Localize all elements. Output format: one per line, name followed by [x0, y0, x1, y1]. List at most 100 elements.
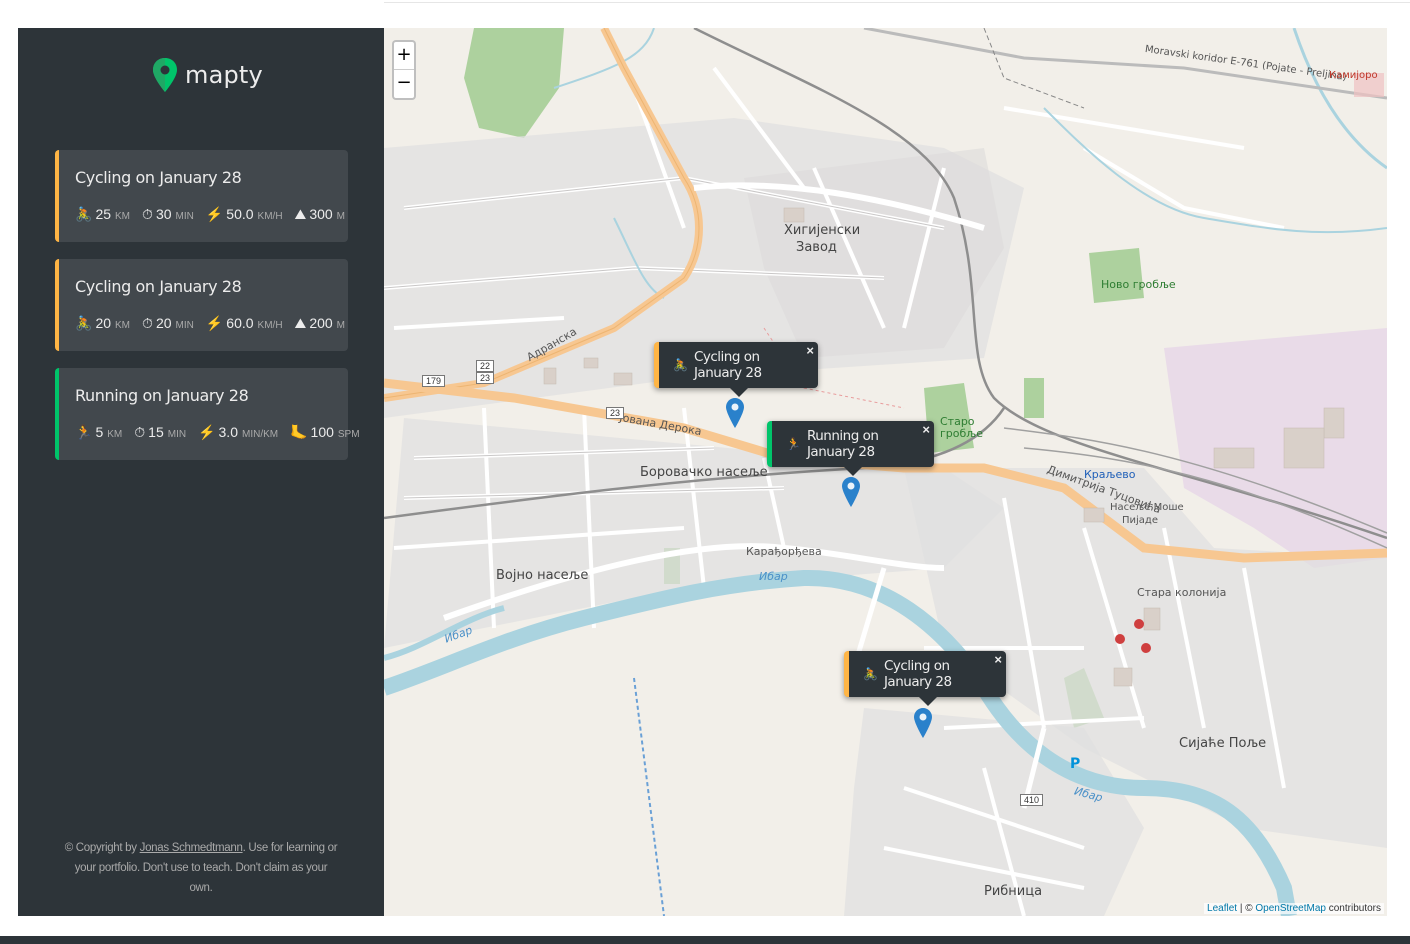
stopwatch-icon: ⏱ [134, 423, 146, 440]
foot-icon: 🦶 [290, 423, 308, 440]
speed-value: 50.0 [226, 205, 254, 222]
bike-icon: 🚴 [75, 314, 93, 331]
map-label-cemetery: гробље [940, 427, 983, 440]
cadence-detail: 🦶 100 SPM [290, 424, 359, 441]
duration-unit: MIN [175, 319, 194, 331]
runner-icon: 🏃 [786, 437, 801, 451]
author-link[interactable]: Jonas Schmedtmann [140, 842, 243, 854]
workout-item-cycling-1[interactable]: Cycling on January 28 🚴 25 KM ⏱ 30 MIN ⚡️ 50.… [55, 150, 348, 242]
map-label-poi: Камијоро [1329, 70, 1378, 81]
elevation-value: 200 [309, 314, 333, 331]
map-marker-pin-icon[interactable] [726, 398, 744, 428]
elevation-detail: ⛰ 300 M [295, 206, 345, 223]
speed-unit: KM/H [257, 210, 283, 222]
sidebar: mapty Cycling on January 28 🚴 25 KM ⏱ 30 MIN… [18, 28, 384, 916]
zoom-control: + − [392, 40, 416, 100]
duration-detail: ⏱ 20 MIN [142, 315, 194, 332]
road-shield: 23 [476, 372, 495, 384]
road-shield: 410 [1020, 794, 1044, 806]
parking-icon: P [1070, 756, 1081, 772]
pace-unit: MIN/KM [241, 428, 279, 440]
workout-title: Cycling on January 28 [75, 277, 242, 296]
close-icon[interactable]: × [922, 422, 930, 437]
close-icon[interactable]: × [806, 343, 814, 358]
map-marker-pin-icon[interactable] [842, 477, 860, 507]
map-marker-pin-icon[interactable] [914, 708, 932, 738]
copyright: © Copyright by Jonas Schmedtmann. Use fo… [62, 838, 340, 898]
elevation-unit: M [336, 210, 346, 222]
bottom-bar [0, 936, 1410, 944]
duration-value: 30 [155, 205, 172, 222]
map-label-district: Војно насеље [496, 568, 589, 583]
workout-popup-cycling-1[interactable]: 🚴 Cycling on January 28 × [654, 342, 818, 397]
stopwatch-icon: ⏱ [142, 314, 153, 331]
map-label-district: Боровачко насеље [640, 465, 768, 480]
distance-value: 5 [95, 423, 104, 440]
distance-unit: KM [107, 428, 123, 440]
road-shield: 22 [476, 360, 495, 372]
workout-popup-running-1[interactable]: 🏃 Running on January 28 × [767, 421, 934, 476]
elevation-unit: M [336, 319, 346, 331]
popup-text: Cycling on January 28 [693, 349, 762, 381]
popup-tip [729, 388, 748, 397]
pace-detail: ⚡️ 3.0 MIN/KM [198, 424, 278, 441]
duration-detail: ⏱ 30 MIN [142, 206, 194, 223]
map-label-district: Хигијенски [784, 223, 861, 238]
speed-detail: ⚡️ 50.0 KM/H [206, 206, 283, 223]
workout-popup-cycling-2[interactable]: 🚴 Cycling on January 28 × [844, 651, 1006, 706]
elevation-detail: ⛰ 200 M [295, 315, 345, 332]
workout-title: Running on January 28 [75, 386, 249, 405]
speed-detail: ⚡️ 60.0 KM/H [206, 315, 283, 332]
duration-value: 20 [155, 314, 172, 331]
distance-unit: KM [115, 319, 131, 331]
map[interactable]: Краљево Хигијенски Завод Боровачко насељ… [384, 28, 1387, 916]
map-tiles[interactable] [384, 28, 1387, 916]
map-label-district: Рибница [984, 884, 1043, 899]
distance-detail: 🚴 20 KM [75, 315, 130, 332]
zoom-in-button[interactable]: + [394, 42, 414, 70]
workout-details: 🏃 5 KM ⏱ 15 MIN ⚡️ 3.0 MIN/KM 🦶 100 SPM [75, 422, 372, 442]
map-pin-logo-icon [153, 58, 177, 92]
popup-tip [918, 697, 937, 706]
mountain-icon: ⛰ [294, 314, 307, 331]
stopwatch-icon: ⏱ [142, 205, 153, 222]
workout-item-running-1[interactable]: Running on January 28 🏃 5 KM ⏱ 15 MIN ⚡️ 3.0 M… [55, 368, 360, 460]
bike-icon: 🚴 [673, 358, 688, 372]
leaflet-link[interactable]: Leaflet [1207, 903, 1237, 914]
top-divider [384, 2, 1410, 3]
map-label-street: Карађорђева [746, 545, 822, 558]
workout-item-cycling-2[interactable]: Cycling on January 28 🚴 20 KM ⏱ 20 MIN ⚡️ 60.… [55, 259, 348, 351]
lightning-icon: ⚡️ [205, 205, 224, 222]
map-label-district: Пијаде [1122, 515, 1158, 526]
lightning-icon: ⚡️ [205, 314, 224, 331]
osm-link[interactable]: OpenStreetMap [1255, 903, 1326, 914]
browser-viewport: mapty Cycling on January 28 🚴 25 KM ⏱ 30 MIN… [0, 0, 1410, 944]
road-shield: 179 [422, 375, 446, 387]
close-icon[interactable]: × [994, 652, 1002, 667]
zoom-out-button[interactable]: − [394, 70, 414, 98]
duration-value: 15 [148, 423, 164, 440]
workout-title: Cycling on January 28 [75, 168, 242, 187]
duration-unit: MIN [167, 428, 187, 440]
duration-detail: ⏱ 15 MIN [134, 424, 186, 441]
copyright-prefix: © Copyright by [64, 842, 137, 854]
speed-value: 60.0 [226, 314, 254, 331]
distance-value: 25 [95, 205, 112, 222]
distance-detail: 🏃 5 KM [75, 424, 122, 441]
elevation-value: 300 [309, 205, 333, 222]
cadence-unit: SPM [337, 428, 360, 440]
map-label-district: Насеље Моше [1110, 502, 1184, 513]
distance-unit: KM [115, 210, 131, 222]
logo: mapty [153, 58, 263, 92]
workout-details: 🚴 20 KM ⏱ 20 MIN ⚡️ 60.0 KM/H ⛰ 200 M [75, 313, 357, 333]
speed-unit: KM/H [257, 319, 283, 331]
map-label-cemetery: Ново гробље [1101, 278, 1176, 291]
map-label-district: Сијаће Поље [1179, 736, 1267, 751]
attribution-suffix: contributors [1325, 903, 1381, 914]
map-label-district: Стара колонија [1137, 586, 1227, 599]
road-shield: 23 [606, 407, 625, 419]
lightning-icon: ⚡️ [198, 423, 216, 440]
bike-icon: 🚴 [75, 205, 93, 222]
distance-detail: 🚴 25 KM [75, 206, 130, 223]
map-attribution: Leaflet | © OpenStreetMap contributors [1204, 903, 1384, 914]
